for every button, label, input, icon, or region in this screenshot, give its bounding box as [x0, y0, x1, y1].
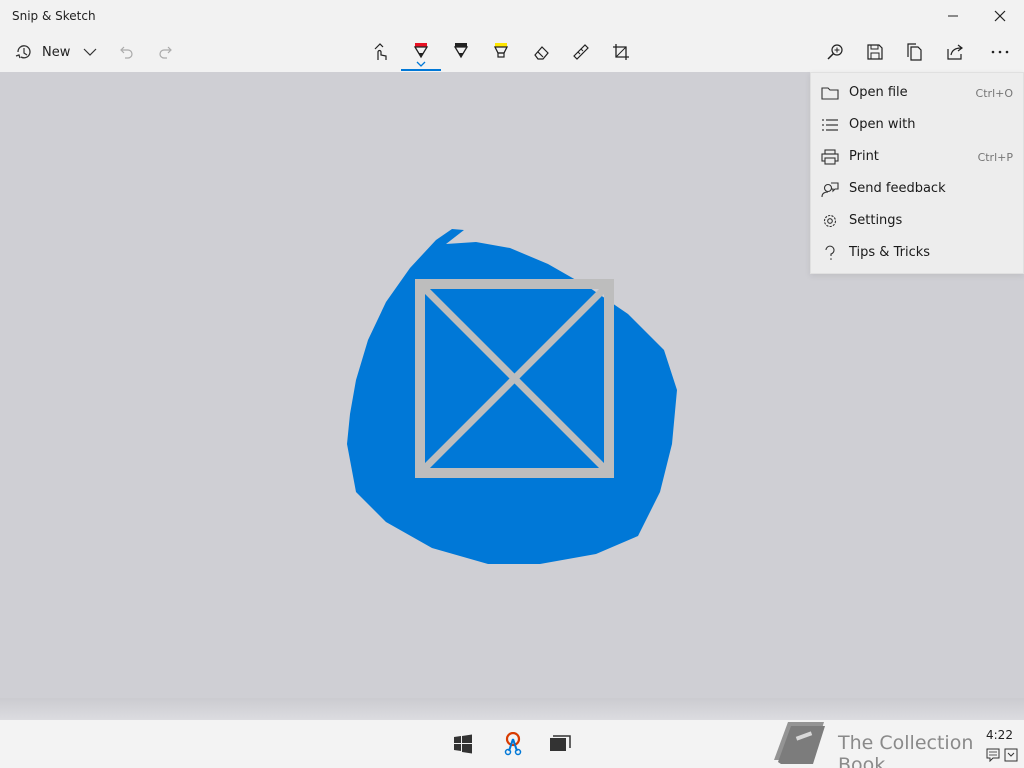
menu-item-shortcut: Ctrl+P: [977, 151, 1013, 164]
crop-button[interactable]: [605, 36, 637, 68]
task-view-button[interactable]: [544, 728, 576, 760]
menu-item-label: Settings: [849, 213, 903, 228]
close-icon: [994, 10, 1006, 22]
copy-button[interactable]: [899, 36, 931, 68]
menu-item-open-file[interactable]: Open file Ctrl+O: [811, 77, 1023, 109]
undo-icon: [120, 46, 133, 59]
menu-item-label: Open file: [849, 85, 908, 100]
share-button[interactable]: [939, 36, 971, 68]
eraser-icon: [534, 46, 549, 60]
ruler-button[interactable]: [565, 36, 597, 68]
menu-item-print[interactable]: Print Ctrl+P: [811, 141, 1023, 173]
pencil-icon: [453, 43, 469, 59]
menu-item-label: Tips & Tricks: [849, 245, 931, 260]
more-icon: [991, 50, 1009, 54]
minimize-button[interactable]: [930, 0, 976, 32]
snip-sketch-window: Snip & Sketch New Open file Ctrl+O Open …: [0, 0, 1024, 768]
menu-item-label: Send feedback: [849, 181, 946, 196]
save-button[interactable]: [859, 36, 891, 68]
crop-icon: [613, 44, 629, 60]
menu-item-shortcut: Ctrl+O: [975, 87, 1013, 100]
new-snip-button[interactable]: New: [8, 36, 76, 68]
touch-writing-button[interactable]: [365, 36, 397, 68]
zoom-button[interactable]: [819, 36, 851, 68]
new-snip-icon: [15, 45, 31, 59]
start-button[interactable]: [447, 728, 479, 760]
touch-writing-icon: [374, 43, 387, 60]
selected-tool-indicator: [401, 69, 441, 71]
minimize-icon: [948, 15, 958, 17]
list-icon: [821, 117, 839, 133]
undo-button[interactable]: [110, 36, 142, 68]
pen-options-chevron-icon[interactable]: [416, 61, 426, 67]
system-clock: 4:22: [986, 728, 1013, 742]
app-title: Snip & Sketch: [12, 9, 96, 23]
canvas-bottom-edge: [0, 698, 1024, 720]
more-button[interactable]: [984, 36, 1016, 68]
redo-button[interactable]: [150, 36, 182, 68]
zoom-icon: [827, 44, 843, 60]
highlighter-icon: [493, 43, 509, 58]
chevron-down-icon: [83, 48, 97, 56]
menu-item-open-with[interactable]: Open with: [811, 109, 1023, 141]
menu-item-label: Open with: [849, 117, 916, 132]
copy-icon: [907, 43, 922, 61]
folder-icon: [821, 85, 839, 101]
feedback-icon: [821, 181, 839, 197]
windows-start-icon: [454, 734, 472, 754]
printer-icon: [821, 149, 839, 165]
pencil-button[interactable]: [445, 36, 477, 68]
snip-sketch-app-icon: [504, 732, 522, 756]
menu-item-send-feedback[interactable]: Send feedback: [811, 173, 1023, 205]
close-button[interactable]: [977, 0, 1023, 32]
task-view-icon: [550, 735, 571, 751]
new-options-dropdown[interactable]: [74, 36, 106, 68]
menu-item-settings[interactable]: Settings: [811, 205, 1023, 237]
ruler-icon: [573, 44, 589, 60]
title-bar: Snip & Sketch: [0, 0, 1024, 32]
share-icon: [947, 44, 963, 60]
redo-icon: [159, 46, 172, 59]
question-icon: [821, 245, 839, 261]
menu-item-tips-tricks[interactable]: Tips & Tricks: [811, 237, 1023, 269]
more-options-menu: Open file Ctrl+O Open with Print Ctrl+P …: [810, 72, 1024, 274]
snip-sketch-taskbar-app[interactable]: [496, 728, 528, 760]
eraser-button[interactable]: [525, 36, 557, 68]
gear-icon: [821, 213, 839, 229]
toolbar: New: [0, 32, 1024, 72]
ballpoint-pen-icon: [413, 43, 429, 59]
menu-item-label: Print: [849, 149, 879, 164]
action-center-icon[interactable]: [986, 748, 1000, 762]
new-label: New: [42, 44, 71, 60]
save-icon: [867, 44, 883, 60]
notification-icon[interactable]: [1004, 748, 1018, 762]
highlighter-button[interactable]: [485, 36, 517, 68]
